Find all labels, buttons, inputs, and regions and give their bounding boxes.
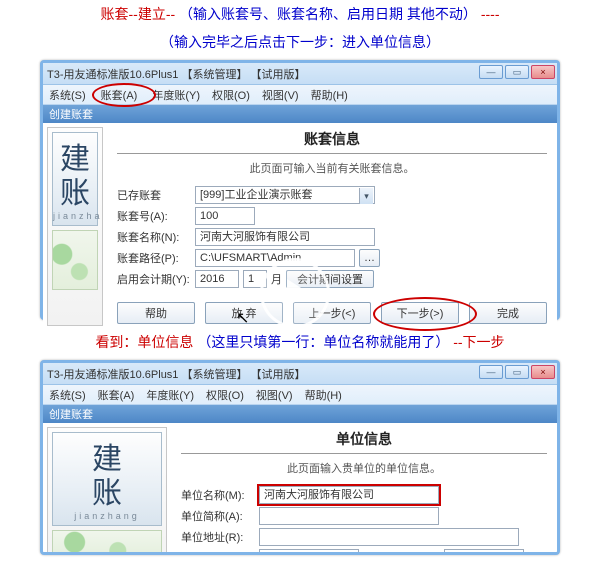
wizard-sidebar: 建 账 jianzhang (47, 127, 103, 326)
sidebar-glyph-2: 账 (53, 177, 97, 211)
prev-button[interactable]: 上一步(<) (293, 302, 371, 324)
section-hint-2: 此页面输入贵单位的单位信息。 (181, 460, 547, 476)
sidebar-glyph-1b: 建 (53, 443, 161, 477)
annotation-step1: 账套--建立-- （输入账套号、账套名称、启用日期 其他不动） ---- (0, 0, 600, 28)
chevron-down-icon[interactable]: ▾ (359, 188, 373, 204)
wizard-sidebar-2: 建 账 jianzhang (47, 427, 167, 555)
label-account-path: 账套路径(P): (117, 250, 195, 266)
form-area: 账套信息 此页面可输入当前有关账套信息。 已存账套 [999]工业企业演示账套 … (107, 123, 557, 330)
window-title-2: T3-用友通标准版10.6Plus1 【系统管理】 【试用版】 (47, 366, 306, 382)
window-step1: T3-用友通标准版10.6Plus1 【系统管理】 【试用版】 — ▭ × 系统… (40, 60, 560, 320)
annotation-step1b: （输入完毕之后点击下一步：进入单位信息） (0, 28, 600, 56)
section-title: 账套信息 (117, 129, 547, 154)
annotation-step2: 看到：单位信息 （这里只填第一行：单位名称就能用了） --下一步 (0, 328, 600, 356)
menu-zhangtao[interactable]: 账套(A) (98, 87, 141, 103)
sidebar-decor (52, 230, 98, 290)
anno2-detail: （这里只填第一行：单位名称就能用了） (197, 334, 449, 350)
label-account-id: 账套号(A): (117, 208, 195, 224)
anno1-detail: （输入账套号、账套名称、启用日期 其他不动） (179, 6, 477, 22)
form-area-2: 单位信息 此页面输入贵单位的单位信息。 单位名称(M): 河南大河服饰有限公司 … (171, 423, 557, 555)
account-id-input[interactable]: 100 (195, 207, 255, 225)
sidebar-glyph-1: 建 (53, 143, 97, 177)
account-path-input[interactable]: C:\UFSMART\Admin (195, 249, 355, 267)
help-button[interactable]: 帮助 (117, 302, 195, 324)
titlebar[interactable]: T3-用友通标准版10.6Plus1 【系统管理】 【试用版】 — ▭ × (43, 63, 557, 85)
label-start-period: 启用会计期(Y): (117, 271, 195, 287)
menu-help[interactable]: 帮助(H) (311, 87, 348, 103)
section-hint: 此页面可输入当前有关账套信息。 (117, 160, 547, 176)
wizard-subtitle: 创建账套 (43, 105, 557, 123)
menu-niandu[interactable]: 年度账(Y) (152, 87, 200, 103)
label-unit-addr: 单位地址(R): (181, 529, 259, 545)
menubar-2: 系统(S) 账套(A) 年度账(Y) 权限(O) 视图(V) 帮助(H) (43, 385, 557, 405)
label-existing: 已存账套 (117, 187, 195, 203)
menu-shitu[interactable]: 视图(V) (262, 87, 299, 103)
minimize-button-2[interactable]: — (479, 365, 503, 379)
sidebar-glyph-2b: 账 (53, 477, 161, 511)
unit-name-input[interactable]: 河南大河服饰有限公司 (259, 486, 439, 504)
maximize-button-2[interactable]: ▭ (505, 365, 529, 379)
browse-button[interactable]: … (359, 249, 380, 267)
label-unit-name: 单位名称(M): (181, 487, 259, 503)
wizard-subtitle-2: 创建账套 (43, 405, 557, 423)
titlebar-2[interactable]: T3-用友通标准版10.6Plus1 【系统管理】 【试用版】 — ▭ × (43, 363, 557, 385)
month-suffix: 月 (271, 271, 282, 287)
unit-addr-input[interactable] (259, 528, 519, 546)
zip-input[interactable] (444, 549, 524, 555)
anno1-suffix: ---- (481, 6, 500, 22)
sidebar-pinyin: jianzhang (53, 211, 97, 221)
sidebar-decor-2 (52, 530, 162, 555)
start-year-input[interactable]: 2016 (195, 270, 239, 288)
menu-zhangtao-2[interactable]: 账套(A) (98, 387, 135, 403)
label-unit-short: 单位简称(A): (181, 508, 259, 524)
section-title-2: 单位信息 (181, 429, 547, 454)
anno1-prefix: 账套--建立-- (101, 6, 176, 22)
existing-account-value: [999]工业企业演示账套 (200, 189, 312, 201)
account-name-input[interactable]: 河南大河服饰有限公司 (195, 228, 375, 246)
label-zip: 邮政编码(Z): (379, 550, 440, 555)
menu-system[interactable]: 系统(S) (49, 87, 86, 103)
start-month-input[interactable]: 1 (243, 270, 267, 288)
close-button-2[interactable]: × (531, 365, 555, 379)
close-button[interactable]: × (531, 65, 555, 79)
menu-quanxian-2[interactable]: 权限(O) (206, 387, 244, 403)
unit-short-input[interactable] (259, 507, 439, 525)
period-setting-button[interactable]: 会计期间设置 (286, 270, 374, 288)
menu-system-2[interactable]: 系统(S) (49, 387, 86, 403)
menu-help-2[interactable]: 帮助(H) (305, 387, 342, 403)
label-legal: 法人代表(L): (181, 550, 259, 555)
existing-account-select[interactable]: [999]工业企业演示账套 ▾ (195, 186, 375, 204)
anno2-suffix: --下一步 (453, 334, 504, 350)
next-button[interactable]: 下一步(>) (381, 302, 459, 324)
anno2-prefix: 看到：单位信息 (95, 334, 193, 350)
sidebar-pinyin-2: jianzhang (53, 511, 161, 521)
finish-button[interactable]: 完成 (469, 302, 547, 324)
menu-shitu-2[interactable]: 视图(V) (256, 387, 293, 403)
menubar: 系统(S) 账套(A) 年度账(Y) 权限(O) 视图(V) 帮助(H) (43, 85, 557, 105)
menu-niandu-2[interactable]: 年度账(Y) (146, 387, 194, 403)
minimize-button[interactable]: — (479, 65, 503, 79)
maximize-button[interactable]: ▭ (505, 65, 529, 79)
legal-input[interactable] (259, 549, 359, 555)
window-step2: T3-用友通标准版10.6Plus1 【系统管理】 【试用版】 — ▭ × 系统… (40, 360, 560, 555)
wizard-button-row: 帮助 放 弃 上一步(<) 下一步(>) 完成 (117, 302, 547, 324)
menu-quanxian[interactable]: 权限(O) (212, 87, 250, 103)
abort-button[interactable]: 放 弃 (205, 302, 283, 324)
window-title: T3-用友通标准版10.6Plus1 【系统管理】 【试用版】 (47, 66, 306, 82)
label-account-name: 账套名称(N): (117, 229, 195, 245)
